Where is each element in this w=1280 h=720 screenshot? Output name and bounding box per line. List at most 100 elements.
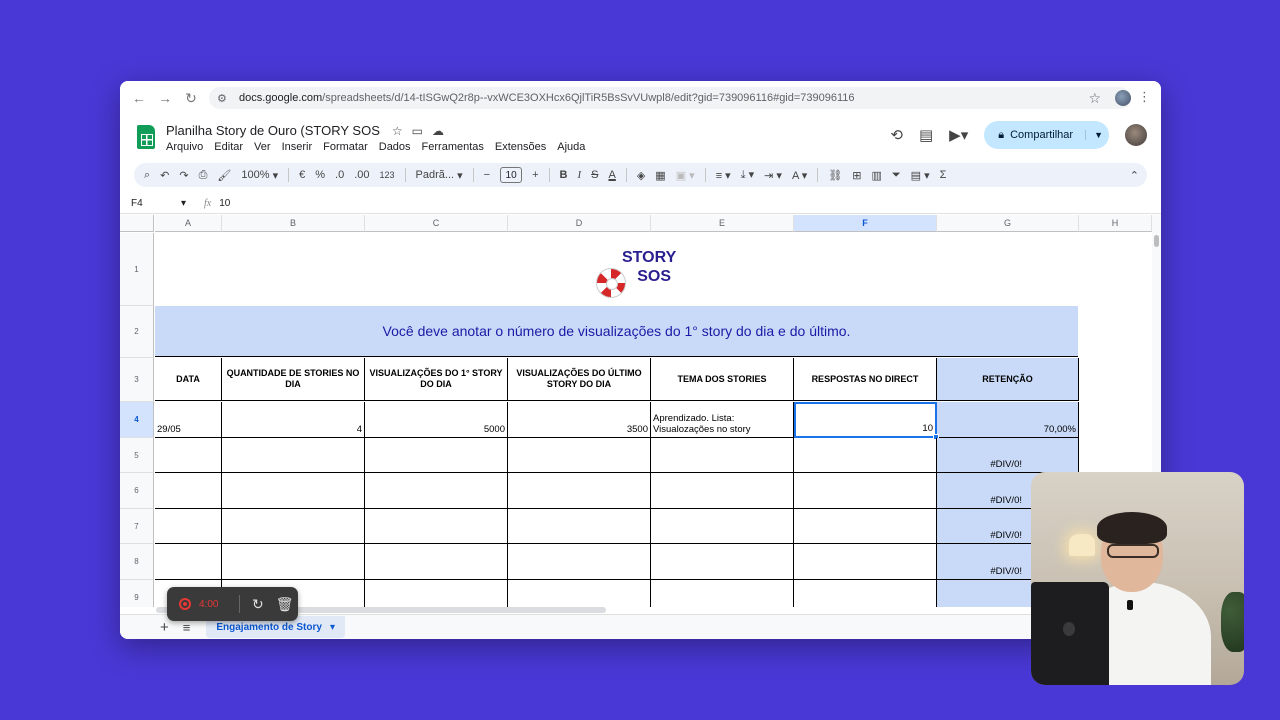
formula-input[interactable]: 10 [219, 198, 230, 209]
name-box-dropdown-icon[interactable]: ▾ [181, 198, 186, 209]
row-header-8[interactable]: 8 [120, 544, 154, 580]
insert-comment-icon[interactable]: ⊞ [852, 169, 861, 182]
add-sheet-icon[interactable]: + [160, 619, 169, 636]
text-wrap-icon[interactable]: ⇥ ▾ [764, 169, 782, 182]
cell-e6[interactable] [651, 473, 794, 509]
cell-f5[interactable] [794, 438, 937, 473]
header-retencao[interactable]: RETENÇÃO [937, 358, 1079, 401]
vertical-scroll-thumb[interactable] [1154, 235, 1159, 247]
cell-f8[interactable] [794, 544, 937, 580]
instruction-banner[interactable]: Você deve anotar o número de visualizaçõ… [155, 306, 1078, 357]
decrease-decimal-button[interactable]: .0 [335, 169, 344, 181]
header-data[interactable]: DATA [155, 358, 222, 401]
cell-b8[interactable] [222, 544, 365, 580]
cell-a4[interactable]: 29/05 [155, 402, 222, 438]
column-header-b[interactable]: B [222, 215, 365, 232]
cell-f6[interactable] [794, 473, 937, 509]
cell-d5[interactable] [508, 438, 651, 473]
cell-e4[interactable]: Aprendizado. Lista: Visualozações no sto… [651, 402, 794, 438]
name-box[interactable]: F4 ▾ [120, 198, 190, 209]
cell-a7[interactable] [155, 509, 222, 544]
collapse-toolbar-icon[interactable]: ⌃ [1130, 169, 1139, 182]
vertical-align-icon[interactable]: ⤓ ▾ [741, 168, 754, 182]
row-header-1[interactable]: 1 [120, 233, 154, 306]
row-header-6[interactable]: 6 [120, 473, 154, 509]
font-size-decrease-icon[interactable]: − [484, 169, 490, 181]
move-folder-icon[interactable]: ▭ [412, 124, 423, 138]
profile-avatar[interactable] [1115, 90, 1131, 106]
fill-color-icon[interactable]: ◈ [637, 169, 645, 182]
cell-c8[interactable] [365, 544, 508, 580]
cell-f7[interactable] [794, 509, 937, 544]
cloud-status-icon[interactable]: ☁ [432, 124, 444, 138]
font-select[interactable]: Padrã... ▾ [416, 169, 463, 182]
row-header-9[interactable]: 9 [120, 580, 154, 607]
zoom-select[interactable]: 100% ▾ [241, 169, 278, 182]
star-icon[interactable]: ☆ [392, 124, 403, 138]
italic-icon[interactable]: I [577, 169, 581, 181]
menu-arquivo[interactable]: Arquivo [166, 141, 203, 153]
strikethrough-icon[interactable]: S [591, 169, 598, 181]
row-header-5[interactable]: 5 [120, 438, 154, 473]
browser-menu-icon[interactable]: ⋮ [1138, 89, 1151, 105]
back-icon[interactable]: ← [126, 85, 152, 111]
cell-b5[interactable] [222, 438, 365, 473]
menu-ferramentas[interactable]: Ferramentas [422, 141, 484, 153]
cell-c4[interactable]: 5000 [365, 402, 508, 438]
filter-icon[interactable]: ⏷ [892, 169, 901, 182]
cell-f9[interactable] [794, 580, 937, 607]
cell-e8[interactable] [651, 544, 794, 580]
cell-c7[interactable] [365, 509, 508, 544]
cell-e7[interactable] [651, 509, 794, 544]
cell-c5[interactable] [365, 438, 508, 473]
cell-a5[interactable] [155, 438, 222, 473]
menu-formatar[interactable]: Formatar [323, 141, 368, 153]
row-header-3[interactable]: 3 [120, 358, 154, 402]
cell-d8[interactable] [508, 544, 651, 580]
borders-icon[interactable]: ▦ [655, 169, 665, 182]
column-header-e[interactable]: E [651, 215, 794, 232]
search-menus-icon[interactable]: ⌕ [144, 169, 150, 182]
user-avatar[interactable] [1125, 124, 1147, 146]
cell-d6[interactable] [508, 473, 651, 509]
undo-icon[interactable]: ↶ [160, 169, 169, 182]
forward-icon[interactable]: → [152, 85, 178, 111]
filter-views-icon[interactable]: ▤ ▾ [911, 169, 930, 182]
menu-inserir[interactable]: Inserir [282, 141, 313, 153]
header-respostas[interactable]: RESPOSTAS NO DIRECT [794, 358, 937, 401]
row-header-7[interactable]: 7 [120, 509, 154, 544]
column-header-d[interactable]: D [508, 215, 651, 232]
cell-b7[interactable] [222, 509, 365, 544]
record-stop-icon[interactable] [179, 598, 191, 610]
cell-c6[interactable] [365, 473, 508, 509]
column-header-a[interactable]: A [155, 215, 222, 232]
row-header-4[interactable]: 4 [120, 402, 154, 438]
site-settings-icon[interactable]: ⚙ [217, 92, 233, 105]
delete-recording-icon[interactable]: 🗑︎ [276, 596, 294, 613]
spreadsheet-grid[interactable]: A B C D E F G H 1 2 3 4 5 6 7 8 9 STORY … [120, 215, 1161, 607]
paint-format-icon[interactable]: 🖌︎ [217, 169, 231, 182]
cell-f4-selected[interactable]: 10 [794, 402, 937, 438]
cell-e5[interactable] [651, 438, 794, 473]
header-visualizacoes-primeiro[interactable]: VISUALIZAÇÕES DO 1° STORY DO DIA [365, 358, 508, 401]
percent-format-button[interactable]: % [315, 169, 325, 181]
currency-format-button[interactable]: € [299, 169, 305, 181]
meet-icon[interactable]: ▶▾ [949, 126, 968, 144]
cell-c9[interactable] [365, 580, 508, 607]
text-color-icon[interactable]: A [608, 169, 615, 181]
menu-ver[interactable]: Ver [254, 141, 271, 153]
version-history-icon[interactable]: ⟲ [890, 126, 903, 144]
sheet-tab-dropdown-icon[interactable]: ▾ [330, 622, 335, 633]
column-header-f[interactable]: F [794, 215, 937, 232]
logo-cell[interactable]: STORY SOS [155, 233, 1078, 305]
comments-icon[interactable]: ▤ [919, 126, 933, 144]
cell-a6[interactable] [155, 473, 222, 509]
row-header-2[interactable]: 2 [120, 306, 154, 358]
more-formats-button[interactable]: 123 [380, 170, 395, 180]
merge-cells-icon[interactable]: ▣ ▾ [676, 169, 695, 182]
menu-extensoes[interactable]: Extensões [495, 141, 546, 153]
redo-icon[interactable]: ↷ [179, 169, 188, 182]
bookmark-star-icon[interactable]: ☆ [1088, 90, 1101, 107]
font-size-increase-icon[interactable]: + [532, 169, 538, 181]
header-visualizacoes-ultimo[interactable]: VISUALIZAÇÕES DO ÚLTIMO STORY DO DIA [508, 358, 651, 401]
